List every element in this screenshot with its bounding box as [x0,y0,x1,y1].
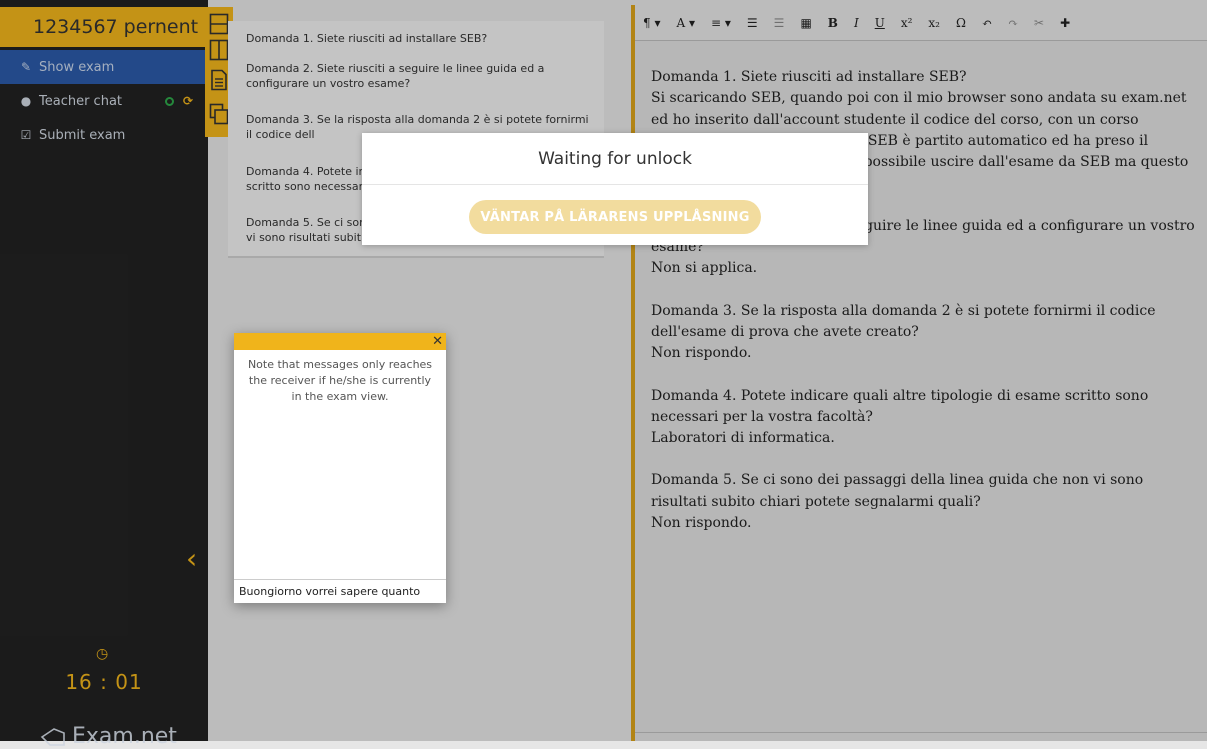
close-icon[interactable]: ✕ [432,333,443,350]
unlock-modal: Waiting for unlock VÄNTAR PÅ LÄRARENS UP… [362,133,868,245]
modal-title: Waiting for unlock [362,133,868,185]
teacher-chat-popup: ✕ Note that messages only reaches the re… [234,333,446,603]
chat-notice: Note that messages only reaches the rece… [247,358,433,403]
chat-header: ✕ [234,333,446,350]
modal-backdrop [0,0,1207,741]
chat-message-input[interactable]: Buongiorno vorrei sapere quanto [234,579,446,603]
waiting-unlock-button[interactable]: VÄNTAR PÅ LÄRARENS UPPLÅSNING [469,200,761,234]
